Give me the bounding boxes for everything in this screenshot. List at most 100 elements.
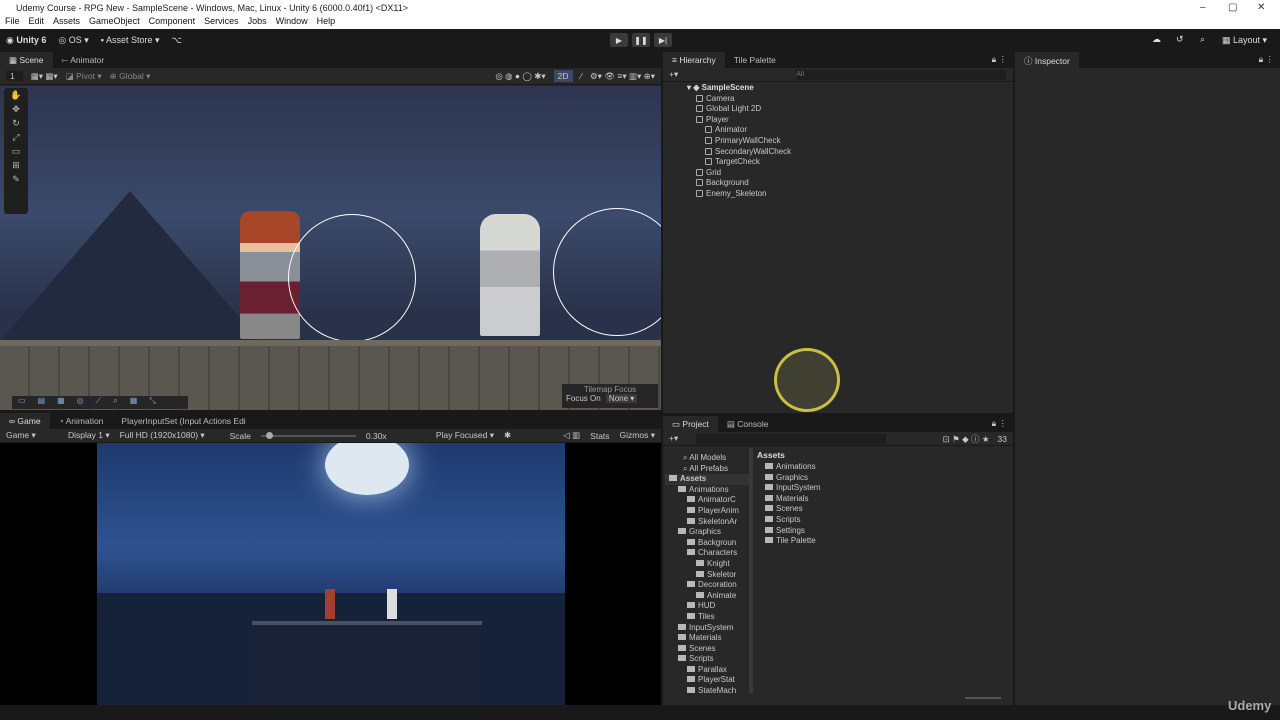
hierarchy-item[interactable]: Enemy_Skeleton xyxy=(687,189,1013,200)
hierarchy-item[interactable]: SecondaryWallCheck xyxy=(687,147,1013,158)
hierarchy-item[interactable]: Background xyxy=(687,178,1013,189)
play-focused-dropdown[interactable]: Play Focused ▾ xyxy=(436,430,494,441)
tab-animator[interactable]: ⤚ Animator xyxy=(53,52,114,68)
gizmos-icon[interactable]: ⚙▾ 👁 ≡▾ ▥▾ ⊕▾ xyxy=(590,71,655,82)
resolution-dropdown[interactable]: Full HD (1920x1080) ▾ xyxy=(120,430,220,441)
hierarchy-item[interactable]: Animator xyxy=(687,125,1013,136)
project-tree-item[interactable]: Animations xyxy=(665,485,749,496)
tab-hierarchy[interactable]: ≡ Hierarchy xyxy=(663,52,725,68)
project-tree-item[interactable]: Parallax xyxy=(665,665,749,676)
cloud-icon[interactable]: ☁ xyxy=(1152,34,1161,45)
project-tree-item[interactable]: ⌕ All Prefabs xyxy=(665,464,749,475)
layer-field[interactable]: 1 xyxy=(6,71,23,81)
version-control-icon[interactable]: ⌥ xyxy=(172,35,182,46)
menu-edit[interactable]: Edit xyxy=(29,16,45,28)
mute-icon[interactable]: ◁ ▥ xyxy=(563,430,580,441)
menu-help[interactable]: Help xyxy=(317,16,336,28)
game-mode-dropdown[interactable]: Game ▾ xyxy=(6,430,58,441)
grid-snap-dropdown[interactable]: ▦▾ ▦▾ xyxy=(31,71,58,82)
project-tree-item[interactable]: SkeletonAr xyxy=(665,517,749,528)
menu-gameobject[interactable]: GameObject xyxy=(89,16,140,28)
project-tree-item[interactable]: Decoration xyxy=(665,580,749,591)
history-icon[interactable]: ↺ xyxy=(1176,34,1184,45)
scene-root[interactable]: ▾ ◈ SampleScene xyxy=(687,83,1013,94)
project-tree-item[interactable]: StateMach xyxy=(665,686,749,697)
assets-breadcrumb[interactable]: Assets xyxy=(755,448,1011,462)
account-button[interactable]: ◉ Unity 6 xyxy=(6,35,46,46)
scene-viewport[interactable]: ✋ ✥ ↻ ⤢ ▭ ⊞ ✎ Tilemap Focus Focus On None ▾ ▭▤… xyxy=(0,86,661,410)
tab-game[interactable]: ∞ Game xyxy=(0,413,50,429)
global-dropdown[interactable]: ⊕ Global ▾ xyxy=(110,71,151,82)
custom-tool-icon[interactable]: ✎ xyxy=(4,172,28,186)
create-button[interactable]: +▾ xyxy=(669,433,678,444)
transform-tool-icon[interactable]: ⊞ xyxy=(4,158,28,172)
project-search-input[interactable] xyxy=(696,433,887,444)
scale-tool-icon[interactable]: ⤢ xyxy=(4,130,28,144)
menu-file[interactable]: File xyxy=(5,16,20,28)
view-tool-icon[interactable]: ✋ xyxy=(4,88,28,102)
project-tree-item[interactable]: InputSystem xyxy=(665,623,749,634)
stats-button[interactable]: Stats xyxy=(590,431,609,441)
add-button[interactable]: +▾ xyxy=(669,69,678,80)
hierarchy-item[interactable]: Player xyxy=(687,115,1013,126)
search-icon[interactable]: ⌕ xyxy=(1200,34,1205,45)
draw-mode-icons[interactable]: ◎ ◍ ● ◯ ✱▾ xyxy=(495,71,545,82)
project-tree-item[interactable]: HUD xyxy=(665,601,749,612)
tab-scene[interactable]: ▦ Scene xyxy=(0,52,53,68)
asset-folder[interactable]: Settings xyxy=(765,526,1011,537)
tab-input-actions[interactable]: PlayerInputSet (Input Actions Edi xyxy=(112,413,254,429)
inspector-lock-icon[interactable]: 🔒︎ ⋮ xyxy=(1253,51,1280,68)
asset-folder[interactable]: Scripts xyxy=(765,515,1011,526)
asset-folder[interactable]: Animations xyxy=(765,462,1011,473)
asset-store-dropdown[interactable]: ▪ Asset Store ▾ xyxy=(101,35,160,46)
tree-scrollbar[interactable] xyxy=(749,448,753,693)
project-tree-item[interactable]: Characters xyxy=(665,548,749,559)
tab-project[interactable]: ▭ Project xyxy=(663,416,718,432)
hierarchy-item[interactable]: TargetCheck xyxy=(687,157,1013,168)
scale-slider[interactable] xyxy=(260,431,356,439)
maximize-button[interactable]: ▢ xyxy=(1228,2,1237,13)
hierarchy-search-input[interactable] xyxy=(796,69,1007,80)
icon-size-slider[interactable] xyxy=(965,697,1001,699)
project-tree-item[interactable]: AnimatorC xyxy=(665,495,749,506)
lighting-icon[interactable]: ⁄ xyxy=(581,71,582,81)
project-tree-item[interactable]: Assets xyxy=(665,474,749,485)
step-button[interactable]: ▶| xyxy=(654,33,672,47)
display-dropdown[interactable]: Display 1 ▾ xyxy=(68,430,110,441)
asset-folder[interactable]: Materials xyxy=(765,494,1011,505)
asset-folder[interactable]: Scenes xyxy=(765,504,1011,515)
menu-jobs[interactable]: Jobs xyxy=(248,16,267,28)
os-dropdown[interactable]: ◎ OS ▾ xyxy=(58,35,88,46)
hierarchy-item[interactable]: Grid xyxy=(687,168,1013,179)
hierarchy-item[interactable]: Global Light 2D xyxy=(687,104,1013,115)
rotate-tool-icon[interactable]: ↻ xyxy=(4,116,28,130)
toggle-2d-button[interactable]: 2D xyxy=(553,70,573,82)
pause-button[interactable]: ❚❚ xyxy=(632,33,650,47)
asset-folder[interactable]: InputSystem xyxy=(765,483,1011,494)
project-tree-item[interactable]: Materials xyxy=(665,633,749,644)
menu-services[interactable]: Services xyxy=(204,16,239,28)
tab-animation[interactable]: ◔ Animation xyxy=(50,413,113,429)
pivot-dropdown[interactable]: ◪ Pivot ▾ xyxy=(66,71,102,82)
project-tree-item[interactable]: Skeletor xyxy=(665,570,749,581)
layout-dropdown[interactable]: ▦ Layout ▾ xyxy=(1222,35,1267,46)
close-button[interactable]: ✕ xyxy=(1257,2,1265,13)
menu-window[interactable]: Window xyxy=(276,16,308,28)
project-tree-item[interactable]: Backgroun xyxy=(665,538,749,549)
lock-icon[interactable]: 🔒︎ ⋮ xyxy=(986,51,1013,68)
project-lock-icon[interactable]: 🔒︎ ⋮ xyxy=(986,415,1013,432)
menu-assets[interactable]: Assets xyxy=(53,16,80,28)
focus-dropdown[interactable]: None ▾ xyxy=(605,394,638,403)
asset-folder[interactable]: Tile Palette xyxy=(765,536,1011,547)
tab-tile-palette[interactable]: Tile Palette xyxy=(725,52,785,68)
hierarchy-item[interactable]: PrimaryWallCheck xyxy=(687,136,1013,147)
project-tree-item[interactable]: PlayerStat xyxy=(665,675,749,686)
game-viewport[interactable] xyxy=(97,443,565,705)
play-button[interactable]: ▶ xyxy=(610,33,628,47)
project-tree-item[interactable]: PlayerAnim xyxy=(665,506,749,517)
filter-icons[interactable]: ⊡ ⚑ ◆ ⓘ ★ xyxy=(943,433,990,445)
tab-inspector[interactable]: ⓘ Inspector xyxy=(1015,52,1079,68)
hierarchy-item[interactable]: Camera xyxy=(687,94,1013,105)
minimize-button[interactable]: – xyxy=(1200,2,1206,13)
project-tree-item[interactable]: Graphics xyxy=(665,527,749,538)
